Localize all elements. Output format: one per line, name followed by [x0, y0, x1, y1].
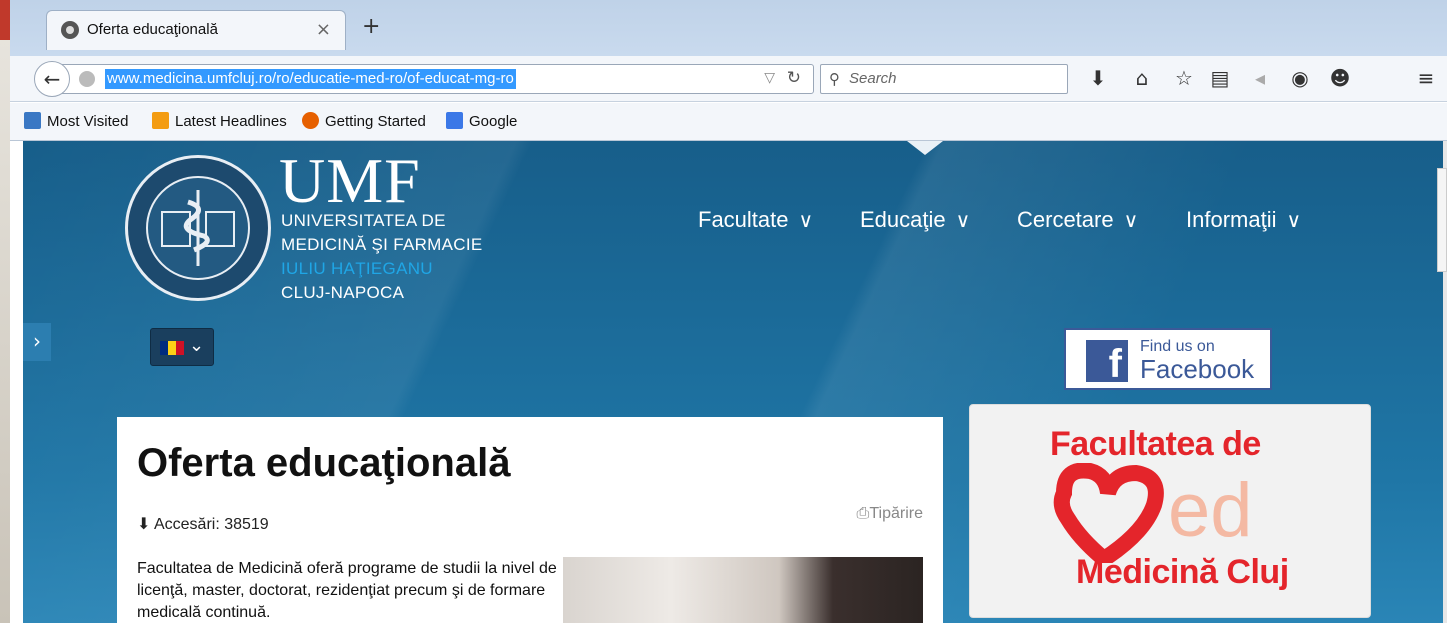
- search-input[interactable]: Search: [849, 70, 897, 87]
- bookmark-latest-headlines[interactable]: Latest Headlines: [152, 112, 287, 130]
- url-dropdown-icon[interactable]: ▽: [764, 70, 775, 86]
- promo-line-1: Facultatea de: [1050, 425, 1261, 463]
- send-icon[interactable]: ◂: [1246, 66, 1274, 90]
- caduceus-icon: [161, 190, 235, 266]
- download-icon: ⬇: [137, 516, 154, 533]
- new-tab-button[interactable]: +: [362, 14, 380, 39]
- promo-ed: ed: [1168, 468, 1253, 553]
- bookmark-label: Latest Headlines: [175, 113, 287, 130]
- firefox-icon: [302, 112, 319, 129]
- article-intro: Facultatea de Medicină oferă programe de…: [137, 560, 557, 621]
- web-page: UMF UNIVERSITATEA DE MEDICINĂ ŞI FARMACI…: [23, 141, 1443, 623]
- nav-label: Facultate: [698, 207, 789, 232]
- page-title: Oferta educaţională: [137, 441, 511, 485]
- scrollbar-thumb[interactable]: [1437, 168, 1447, 272]
- facebook-icon: f: [1086, 340, 1128, 386]
- close-tab-icon[interactable]: ×: [316, 19, 331, 40]
- seal-center: [146, 176, 250, 280]
- url-bar[interactable]: www.medicina.umfcluj.ro/ro/educatie-med-…: [54, 64, 814, 94]
- search-box[interactable]: ⚲ Search: [820, 64, 1068, 94]
- home-icon[interactable]: ⌂: [1128, 66, 1156, 90]
- university-seal[interactable]: [125, 155, 271, 301]
- chevron-down-icon: ∨: [1123, 210, 1139, 232]
- download-icon[interactable]: ⬇: [1084, 66, 1112, 90]
- nav-label: Informaţii: [1186, 207, 1277, 232]
- chevron-down-icon: ∨: [955, 210, 971, 232]
- facebook-line-2: Facebook: [1140, 354, 1255, 384]
- site-favicon-icon: [61, 21, 79, 39]
- menu-icon[interactable]: ≡: [1412, 66, 1440, 90]
- nav-label: Cercetare: [1017, 207, 1114, 232]
- chevron-down-icon: ⌄: [189, 335, 205, 356]
- logo-umf: UMF: [279, 145, 421, 216]
- heart-logo-icon: [1053, 463, 1164, 563]
- reading-list-icon[interactable]: ▤: [1206, 66, 1234, 90]
- print-icon: ⎙: [856, 505, 870, 522]
- bookmark-getting-started[interactable]: Getting Started: [302, 112, 426, 130]
- nav-item-informatii[interactable]: Informaţii ∨: [1186, 207, 1301, 233]
- url-input[interactable]: www.medicina.umfcluj.ro/ro/educatie-med-…: [105, 69, 516, 89]
- logo-line-4: CLUJ-NAPOCA: [281, 283, 405, 302]
- navigation-toolbar: www.medicina.umfcluj.ro/ro/educatie-med-…: [10, 56, 1447, 102]
- romania-flag-icon: [160, 341, 184, 355]
- chevron-down-icon: ∨: [798, 210, 814, 232]
- print-button[interactable]: ⎙Tipărire: [857, 505, 923, 523]
- nav-label: Educaţie: [860, 207, 946, 232]
- tab-strip: Oferta educaţională × +: [10, 0, 1447, 56]
- chat-icon[interactable]: ☻: [1326, 66, 1354, 90]
- bookmark-google[interactable]: Google: [446, 112, 517, 130]
- chevron-right-icon: ›: [33, 329, 41, 353]
- side-panel-toggle[interactable]: ›: [23, 323, 51, 361]
- article-card: Oferta educaţională ⬇ Accesări: 38519 ⎙T…: [117, 417, 943, 623]
- globe-icon: [79, 71, 95, 87]
- history-icon[interactable]: ◉: [1286, 66, 1314, 90]
- article-photo: [563, 557, 923, 623]
- reload-icon[interactable]: ↻: [787, 68, 801, 88]
- chevron-down-icon: ∨: [1286, 210, 1302, 232]
- nav-item-cercetare[interactable]: Cercetare ∨: [1017, 207, 1138, 233]
- language-selector[interactable]: ⌄: [150, 328, 214, 366]
- tab-title: Oferta educaţională: [87, 21, 218, 38]
- back-button[interactable]: ←: [34, 61, 70, 97]
- logo-line-1: UNIVERSITATEA DE: [281, 211, 446, 230]
- bookmark-label: Getting Started: [325, 113, 426, 130]
- nav-item-facultate[interactable]: Facultate ∨: [698, 207, 813, 233]
- window-frame-accent: [0, 0, 10, 40]
- search-icon: ⚲: [829, 70, 840, 88]
- tab-active[interactable]: Oferta educaţională ×: [46, 10, 346, 50]
- browser-window: Oferta educaţională × + www.medicina.umf…: [10, 0, 1447, 623]
- facebook-button[interactable]: f Find us on Facebook: [1064, 328, 1272, 390]
- google-icon: [446, 112, 463, 129]
- hits-counter: ⬇ Accesări: 38519: [137, 514, 269, 534]
- print-label: Tipărire: [869, 505, 923, 522]
- logo-line-3: IULIU HAŢIEGANU: [281, 259, 433, 278]
- bookmark-star-icon[interactable]: ☆: [1170, 66, 1198, 90]
- logo-line-2: MEDICINĂ ŞI FARMACIE: [281, 235, 483, 254]
- nav-item-educatie[interactable]: Educaţie ∨: [860, 207, 970, 233]
- bookmark-most-visited[interactable]: Most Visited: [24, 112, 128, 130]
- bookmark-label: Most Visited: [47, 113, 129, 130]
- bookmark-label: Google: [469, 113, 518, 130]
- promo-banner[interactable]: Facultatea de ed Medicină Cluj: [969, 404, 1371, 618]
- rss-icon: [152, 112, 169, 129]
- bookmarks-toolbar: Most Visited Latest Headlines Getting St…: [10, 103, 1447, 141]
- most-visited-icon: [24, 112, 41, 129]
- back-arrow-icon: ←: [43, 67, 61, 91]
- window-frame-left: [0, 0, 10, 623]
- hits-label: Accesări: 38519: [153, 516, 269, 533]
- promo-line-2: Medicină Cluj: [1076, 553, 1289, 591]
- menu-notch: [907, 141, 943, 155]
